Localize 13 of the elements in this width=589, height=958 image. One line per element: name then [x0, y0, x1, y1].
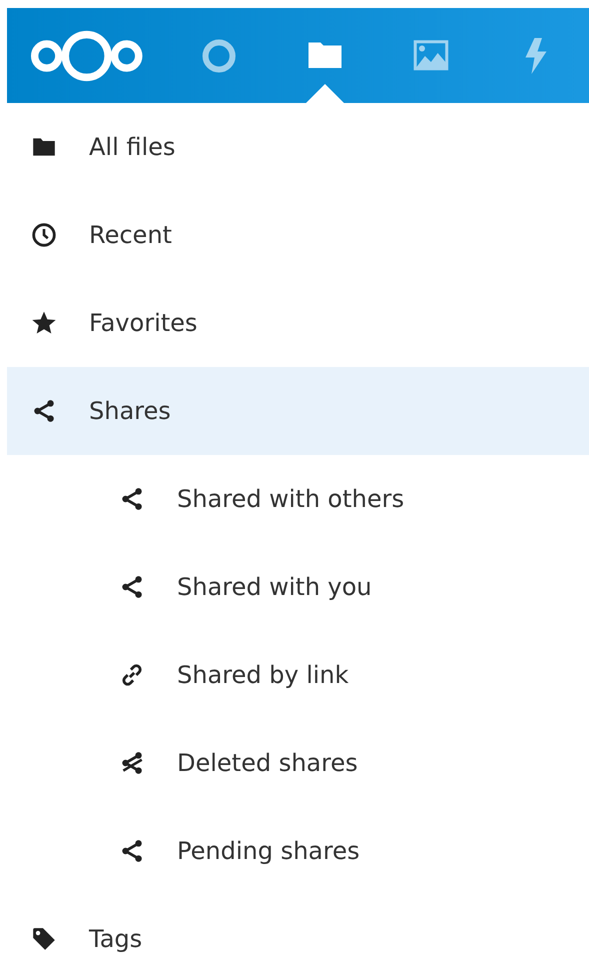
sidebar-item[interactable]: Recent — [7, 191, 589, 279]
sidebar-subitem[interactable]: Deleted shares — [7, 719, 589, 807]
sidebar-subitem[interactable]: Pending shares — [7, 807, 589, 895]
sidebar-item[interactable]: Favorites — [7, 279, 589, 367]
star-icon — [31, 310, 57, 336]
clock-icon — [31, 222, 57, 248]
sidebar-item[interactable]: Shares — [7, 367, 589, 455]
sidebar-subitem[interactable]: Shared with others — [7, 455, 589, 543]
sidebar-item[interactable]: All files — [7, 103, 589, 191]
sidebar-item[interactable]: Tags — [7, 895, 589, 958]
sidebar-subitem[interactable]: Shared with you — [7, 543, 589, 631]
tag-icon — [31, 926, 57, 952]
sidebar-subitem[interactable]: Shared by link — [7, 631, 589, 719]
